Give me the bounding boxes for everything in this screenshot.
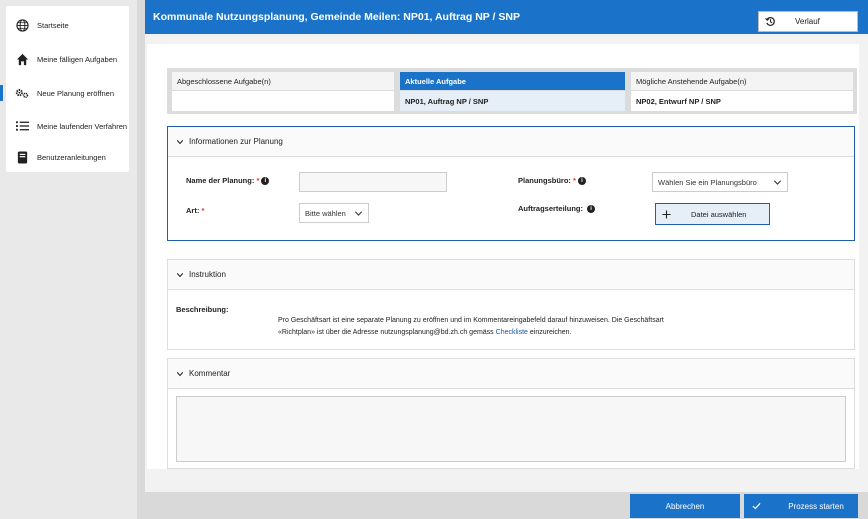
buero-select-value: Wählen Sie ein Planungsbüro [658, 177, 757, 187]
sidebar-item-neue-planung[interactable]: Neue Planung eröffnen [0, 82, 129, 104]
kommentar-panel-header[interactable]: Kommentar [168, 359, 854, 389]
info-icon[interactable]: i [587, 205, 596, 214]
step-done-title: Abgeschlossene Aufgabe(n) [172, 72, 394, 90]
beschreibung-label: Beschreibung: [176, 305, 229, 314]
kommentar-textarea[interactable] [176, 396, 846, 462]
buero-select[interactable]: Wählen Sie ein Planungsbüro [652, 172, 788, 192]
chevron-down-icon [354, 211, 363, 216]
info-panel-title: Informationen zur Planung [189, 137, 283, 146]
sidebar-item-startseite[interactable]: Startseite [6, 14, 129, 36]
book-icon [15, 150, 29, 164]
home-icon [15, 52, 29, 66]
info-panel: Informationen zur Planung Name der Planu… [167, 126, 855, 241]
sidebar-item-label: Neue Planung eröffnen [37, 88, 115, 98]
instruktion-panel: Instruktion Beschreibung: Pro Geschäftsa… [167, 259, 855, 350]
sidebar-item-faellige-aufgaben[interactable]: Meine fälligen Aufgaben [6, 48, 129, 70]
content-area: Kommunale Nutzungsplanung, Gemeinde Meil… [145, 0, 868, 519]
start-process-button[interactable]: Prozess starten [744, 494, 858, 518]
history-icon [765, 16, 777, 28]
file-select-label: Datei auswählen [691, 209, 747, 219]
footer-bar: Abbrechen Prozess starten [145, 492, 868, 519]
step-next: Mögliche Anstehende Aufgabe(n) NP02, Ent… [631, 72, 853, 111]
info-panel-header[interactable]: Informationen zur Planung [168, 127, 854, 157]
sidebar-item-label: Meine fälligen Aufgaben [37, 54, 118, 64]
instruktion-panel-title: Instruktion [189, 270, 226, 279]
sidebar-item-label: Startseite [37, 20, 69, 30]
verlauf-button[interactable]: Verlauf [758, 11, 858, 32]
info-icon[interactable]: i [577, 177, 586, 186]
chevron-down-icon [176, 371, 184, 376]
buero-label: Planungsbüro: * i [518, 176, 586, 186]
instruktion-panel-header[interactable]: Instruktion [168, 260, 854, 290]
page-header: Kommunale Nutzungsplanung, Gemeinde Meil… [145, 0, 868, 34]
required-mark: * [201, 206, 205, 215]
check-icon [752, 502, 761, 510]
gears-icon [15, 86, 29, 100]
sidebar-item-label: Benutzeranleitungen [37, 152, 106, 162]
art-label: Art: * [186, 206, 205, 215]
instruktion-text: Pro Geschäftsart ist eine separate Planu… [278, 317, 664, 336]
sidebar: Startseite Meine fälligen Aufgaben Neue … [0, 0, 137, 519]
sidebar-nav: Startseite Meine fälligen Aufgaben Neue … [0, 6, 129, 172]
step-current-value: NP01, Auftrag NP / SNP [400, 91, 625, 111]
name-label: Name der Planung: * i [186, 176, 270, 186]
chevron-down-icon [176, 139, 184, 144]
art-select-value: Bitte wählen [305, 208, 346, 218]
info-icon[interactable]: i [261, 177, 270, 186]
step-next-title: Mögliche Anstehende Aufgabe(n) [631, 72, 853, 90]
cancel-button[interactable]: Abbrechen [630, 494, 740, 518]
cancel-label: Abbrechen [665, 501, 705, 511]
sidebar-item-label: Meine laufenden Verfahren [37, 121, 128, 131]
chevron-down-icon [176, 272, 184, 277]
checkliste-link[interactable]: Checkliste [496, 329, 528, 336]
kommentar-panel: Kommentar [167, 358, 855, 469]
kommentar-panel-title: Kommentar [189, 369, 231, 378]
step-current-title: Aktuelle Aufgabe [400, 72, 625, 90]
verlauf-label: Verlauf [795, 17, 820, 26]
chevron-down-icon [773, 180, 782, 185]
file-select-button[interactable]: Datei auswählen [655, 203, 770, 225]
step-done-value [172, 91, 394, 111]
sidebar-item-benutzeranleitungen[interactable]: Benutzeranleitungen [6, 146, 129, 168]
art-select[interactable]: Bitte wählen [299, 203, 369, 223]
start-process-label: Prozess starten [788, 501, 844, 511]
task-steps: Abgeschlossene Aufgabe(n) Aktuelle Aufga… [167, 68, 857, 114]
step-done: Abgeschlossene Aufgabe(n) [172, 72, 394, 111]
sidebar-item-laufende-verfahren[interactable]: Meine laufenden Verfahren [6, 115, 129, 137]
step-current: Aktuelle Aufgabe NP01, Auftrag NP / SNP [400, 72, 625, 111]
list-icon [15, 119, 29, 133]
required-mark: * [256, 176, 260, 185]
required-mark: * [573, 176, 576, 185]
auftrag-label: Auftragserteilung: i [518, 204, 596, 214]
page-title: Kommunale Nutzungsplanung, Gemeinde Meil… [153, 11, 520, 23]
globe-icon [15, 18, 29, 32]
plus-icon [662, 209, 671, 219]
main-panel: Abgeschlossene Aufgabe(n) Aktuelle Aufga… [147, 44, 859, 469]
step-next-value: NP02, Entwurf NP / SNP [631, 91, 853, 111]
name-input[interactable] [299, 172, 447, 192]
